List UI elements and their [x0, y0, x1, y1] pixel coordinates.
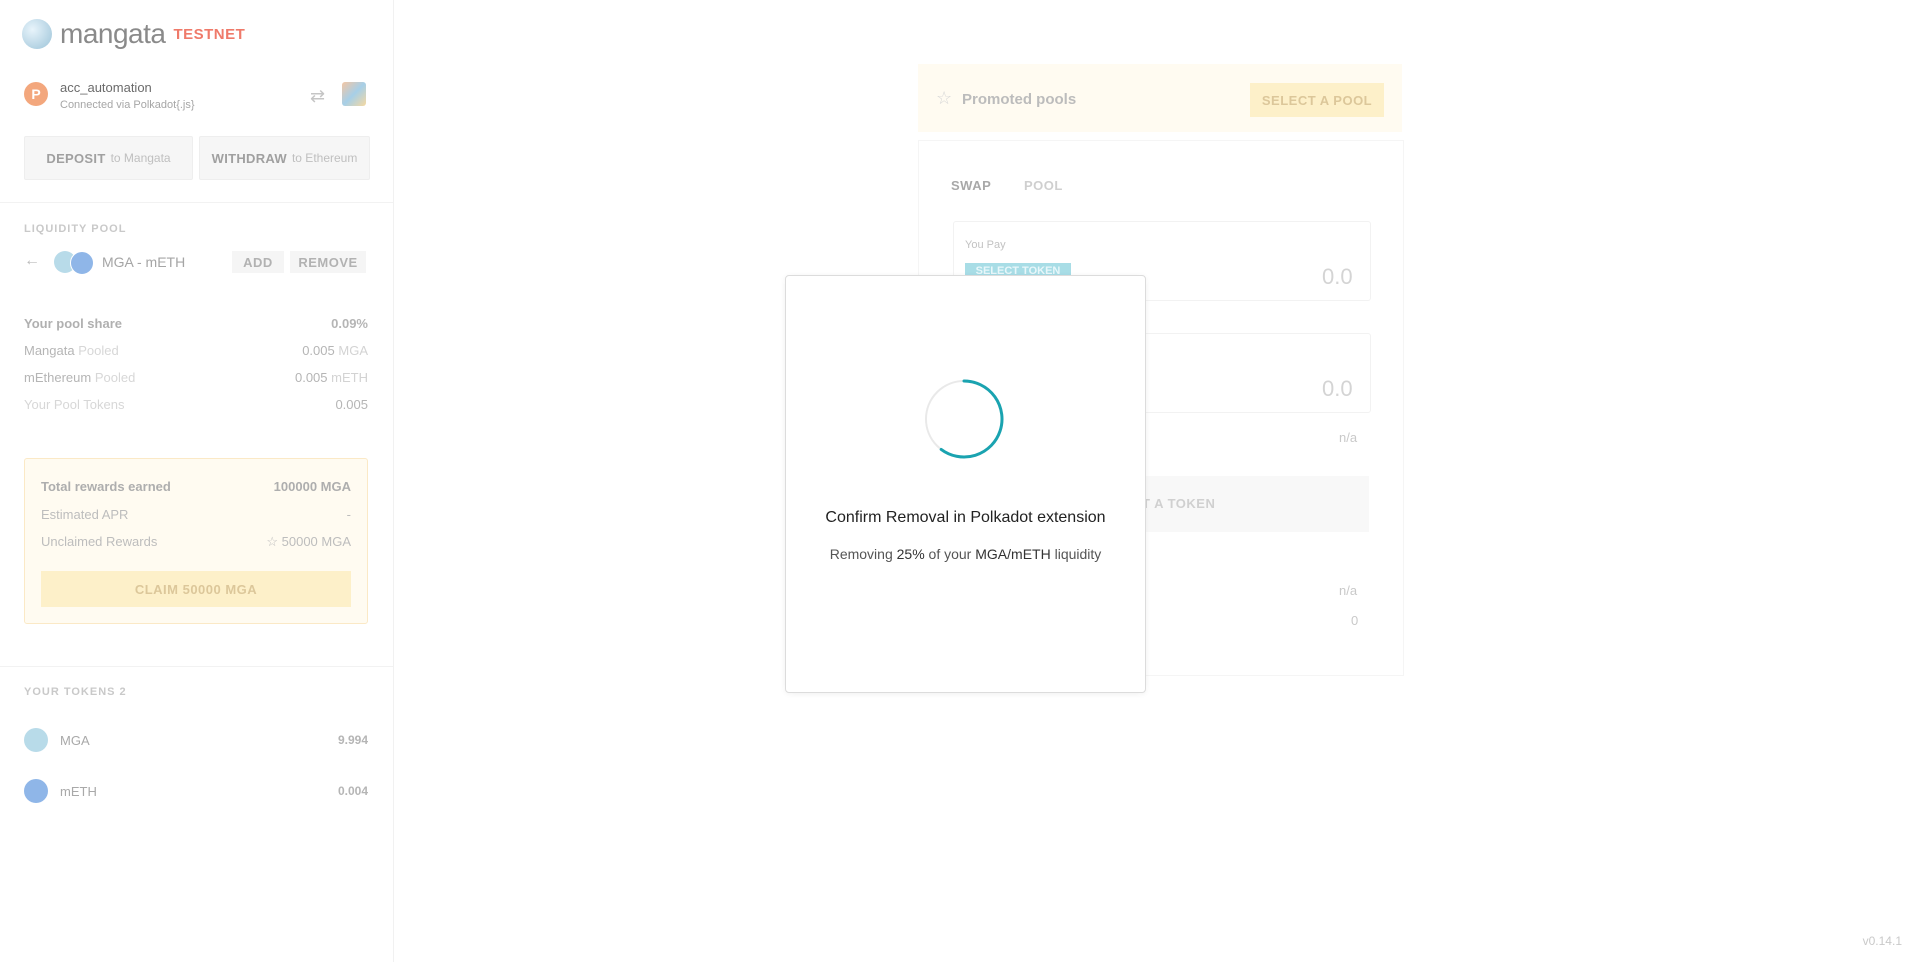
withdraw-label: WITHDRAW	[211, 150, 287, 166]
liquidity-pool-label: LIQUIDITY POOL	[24, 223, 127, 235]
pool-share-row: Your pool share 0.09%	[24, 316, 368, 331]
modal-sub-prefix: Removing	[829, 546, 893, 562]
token-balance: 0.004	[337, 784, 368, 798]
you-pay-label: You Pay	[965, 239, 1006, 251]
tab-swap[interactable]: SWAP	[951, 178, 991, 193]
modal-subtitle: Removing 25% of your MGA/mETH liquidity	[785, 546, 1146, 562]
testnet-badge: TESTNET	[173, 25, 246, 43]
meth-pooled-value: 0.005	[294, 370, 328, 385]
total-rewards-row: Total rewards earned 100000 MGA	[41, 479, 351, 494]
methereum-label: mEthereum	[24, 370, 92, 385]
mangata-pooled-value: 0.005	[302, 343, 335, 358]
unclaimed-rewards-value: 50000 MGA	[281, 534, 351, 549]
rate-value: n/a	[1339, 430, 1358, 445]
deposit-sub: to Mangata	[110, 151, 171, 165]
version-label: v0.14.1	[1862, 934, 1902, 948]
token-row-mga[interactable]: MGA 9.994	[24, 728, 368, 752]
meth-token-icon	[70, 251, 94, 275]
switch-account-icon[interactable]: ⇄	[310, 86, 325, 107]
removal-pair: MGA/mETH	[975, 546, 1051, 562]
your-tokens-label: YOUR TOKENS 2	[24, 686, 127, 698]
mangata-pooled-row: Mangata Pooled 0.005 MGA	[24, 343, 368, 358]
apr-row: Estimated APR -	[41, 507, 351, 522]
pooled-label: Pooled	[78, 343, 119, 358]
pay-amount[interactable]: 0.0	[1322, 264, 1353, 290]
token-row-meth[interactable]: mETH 0.004	[24, 779, 368, 803]
meth-pooled-row: mEthereum Pooled 0.005 mETH	[24, 370, 368, 385]
tab-pool[interactable]: POOL	[1024, 178, 1063, 193]
claim-rewards-button[interactable]: CLAIM 50000 MGA	[41, 571, 351, 607]
account-name: acc_automation	[60, 80, 152, 95]
confirm-removal-modal	[785, 275, 1146, 693]
pool-share-label: Your pool share	[24, 316, 122, 331]
pool-pair-name: MGA - mETH	[102, 254, 186, 270]
token-symbol: MGA	[60, 732, 90, 748]
apr-value: -	[346, 507, 351, 522]
pool-token-icons	[54, 251, 94, 275]
star-icon: ☆	[936, 88, 953, 108]
account-connection: Connected via Polkadot{.js}	[60, 99, 195, 111]
withdraw-sub: to Ethereum	[291, 151, 358, 165]
divider	[0, 666, 393, 667]
select-token-bar-label: T A TOKEN	[1142, 496, 1216, 511]
mangata-pooled-unit: MGA	[338, 343, 368, 358]
modal-title: Confirm Removal in Polkadot extension	[825, 509, 1106, 526]
receive-amount[interactable]: 0.0	[1322, 376, 1353, 402]
pooled-label: Pooled	[94, 370, 136, 385]
total-rewards-value: 100000 MGA	[273, 479, 351, 494]
loading-spinner-icon	[925, 379, 1004, 459]
polkadot-account-icon: P	[24, 82, 48, 106]
unclaimed-rewards-label: Unclaimed Rewards	[41, 534, 158, 549]
remove-liquidity-button[interactable]: REMOVE	[290, 251, 366, 273]
mangata-logo-icon	[22, 19, 52, 49]
modal-sub-suffix: liquidity	[1054, 546, 1102, 562]
meth-pooled-unit: mETH	[331, 370, 368, 385]
pool-share-value: 0.09%	[331, 316, 368, 331]
pool-tokens-label: Your Pool Tokens	[24, 397, 125, 412]
unclaimed-rewards-row: Unclaimed Rewards ☆ 50000 MGA	[41, 534, 351, 550]
total-rewards-label: Total rewards earned	[41, 479, 171, 494]
modal-sub-mid: of your	[928, 546, 972, 562]
token-balance: 9.994	[337, 733, 368, 747]
pool-tokens-value: 0.005	[335, 397, 368, 412]
deposit-label: DEPOSIT	[46, 150, 106, 166]
back-arrow-icon[interactable]: ←	[24, 252, 40, 270]
pool-tokens-row: Your Pool Tokens 0.005	[24, 397, 368, 412]
mangata-label: Mangata	[24, 343, 75, 358]
withdraw-button[interactable]: WITHDRAW to Ethereum	[199, 136, 370, 180]
removal-percent: 25%	[896, 546, 925, 562]
apr-label: Estimated APR	[41, 507, 129, 522]
token-symbol: mETH	[60, 783, 97, 799]
deposit-button[interactable]: DEPOSIT to Mangata	[24, 136, 193, 180]
fee-value: 0	[1351, 613, 1359, 628]
promoted-pools-title: Promoted pools	[962, 91, 1077, 108]
account-identicon[interactable]	[342, 82, 366, 106]
mga-token-icon	[24, 728, 48, 752]
meth-token-icon	[24, 779, 48, 803]
info-value: n/a	[1339, 583, 1358, 598]
logo-text: mangata	[60, 18, 166, 49]
star-icon: ☆	[266, 534, 278, 549]
logo[interactable]: mangata TESTNET	[22, 18, 245, 50]
add-liquidity-button[interactable]: ADD	[232, 251, 284, 273]
divider	[0, 202, 393, 203]
select-pool-button[interactable]: SELECT A POOL	[1250, 83, 1384, 117]
